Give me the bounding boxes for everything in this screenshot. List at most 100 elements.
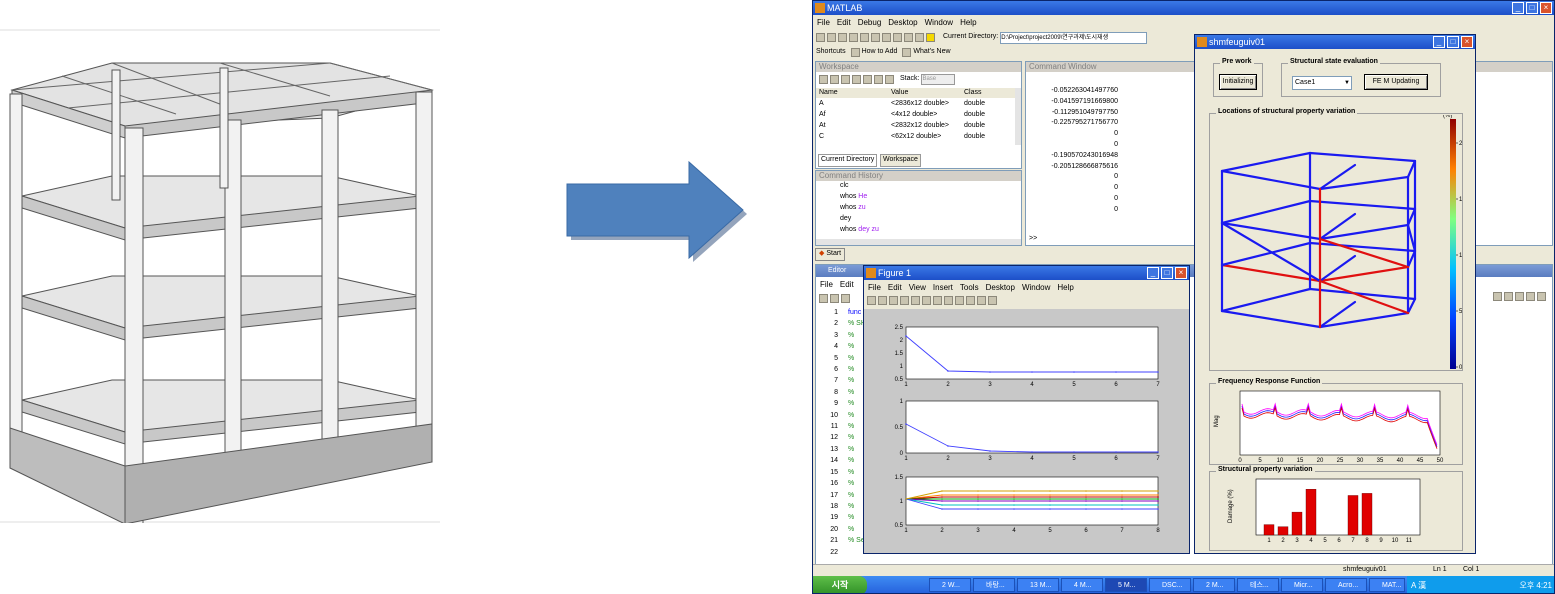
taskbar-item[interactable]: 5 M...: [1105, 578, 1147, 592]
col-name-header[interactable]: Name: [819, 88, 838, 99]
current-dir-input[interactable]: D:\Project\project2009\연구과제\도시재생: [1000, 31, 1148, 44]
minimize-button[interactable]: _: [1147, 267, 1159, 279]
taskbar-item[interactable]: 13 M...: [1017, 578, 1059, 592]
list-item[interactable]: whos zu: [840, 203, 866, 214]
taskbar-item[interactable]: 2 W...: [929, 578, 971, 592]
tile-icon[interactable]: [1537, 292, 1546, 301]
menu-file[interactable]: File: [868, 282, 881, 293]
save-icon[interactable]: [852, 75, 861, 84]
pan-icon[interactable]: [944, 296, 953, 305]
history-scrollbar[interactable]: [816, 239, 1021, 245]
colorbar-icon[interactable]: [977, 296, 986, 305]
tab-current-directory[interactable]: Current Directory: [818, 154, 878, 167]
list-item[interactable]: clc: [840, 181, 849, 192]
menu-view[interactable]: View: [909, 282, 926, 293]
whats-new-link[interactable]: What's New: [913, 47, 950, 58]
open-file-icon[interactable]: [878, 296, 887, 305]
profiler-icon[interactable]: [915, 33, 924, 42]
zoom-out-icon[interactable]: [933, 296, 942, 305]
help-icon[interactable]: [926, 33, 935, 42]
import-data-icon[interactable]: [841, 75, 850, 84]
new-file-icon[interactable]: [816, 33, 825, 42]
plot-icon[interactable]: [885, 75, 894, 84]
open-file-icon[interactable]: [830, 294, 839, 303]
tile-icon[interactable]: [1504, 292, 1513, 301]
minimize-button[interactable]: _: [1512, 2, 1524, 14]
menu-file[interactable]: File: [817, 17, 830, 28]
tab-workspace[interactable]: Workspace: [880, 154, 921, 167]
data-cursor-icon[interactable]: [966, 296, 975, 305]
col-value-header[interactable]: Value: [891, 88, 908, 99]
delete-icon[interactable]: [874, 75, 883, 84]
redo-icon[interactable]: [882, 33, 891, 42]
figure-canvas[interactable]: 2.521.510.51 2 3 4 5 6 710.501 2 3 4 5 6 71.510.51 2 3…: [864, 309, 1189, 553]
stack-select[interactable]: Base: [921, 74, 956, 85]
legend-icon[interactable]: [988, 296, 997, 305]
workspace-scrollbar[interactable]: [1015, 88, 1021, 145]
initializing-button[interactable]: Initializing: [1219, 74, 1257, 90]
taskbar-item[interactable]: Acro...: [1325, 578, 1367, 592]
tile-icon[interactable]: [1493, 292, 1502, 301]
menu-file[interactable]: File: [820, 279, 833, 290]
taskbar-item[interactable]: 바탕...: [973, 578, 1015, 592]
menu-help[interactable]: Help: [960, 17, 976, 28]
taskbar-item[interactable]: 4 M...: [1061, 578, 1103, 592]
shortcuts-label[interactable]: Shortcuts: [816, 47, 846, 58]
tile-icon[interactable]: [1526, 292, 1535, 301]
open-file-icon[interactable]: [827, 33, 836, 42]
taskbar-item[interactable]: 테스...: [1237, 578, 1279, 592]
print-icon[interactable]: [900, 296, 909, 305]
menu-window[interactable]: Window: [925, 17, 953, 28]
close-button[interactable]: ×: [1175, 267, 1187, 279]
copy-icon[interactable]: [849, 33, 858, 42]
how-to-add-link[interactable]: How to Add: [862, 47, 898, 58]
list-item[interactable]: dey: [840, 214, 851, 225]
list-item[interactable]: whos dey zu: [840, 225, 879, 236]
undo-icon[interactable]: [871, 33, 880, 42]
taskbar-start-button[interactable]: 시작: [813, 576, 867, 593]
ime-indicator[interactable]: A 漢: [1411, 576, 1426, 593]
new-file-icon[interactable]: [819, 294, 828, 303]
paste-icon[interactable]: [860, 33, 869, 42]
maximize-button[interactable]: □: [1161, 267, 1173, 279]
pointer-icon[interactable]: [911, 296, 920, 305]
matlab-start-icon: ◆: [819, 250, 825, 257]
taskbar-item[interactable]: MAT...: [1369, 578, 1405, 592]
command-prompt[interactable]: >>: [1029, 234, 1037, 245]
maximize-button[interactable]: □: [1526, 2, 1538, 14]
simulink-icon[interactable]: [893, 33, 902, 42]
tile-icon[interactable]: [1515, 292, 1524, 301]
cut-icon[interactable]: [838, 33, 847, 42]
menu-window[interactable]: Window: [1022, 282, 1050, 293]
close-button[interactable]: ×: [1540, 2, 1552, 14]
menu-help[interactable]: Help: [1057, 282, 1073, 293]
guide-icon[interactable]: [904, 33, 913, 42]
list-item[interactable]: whos He: [840, 192, 867, 203]
new-variable-icon[interactable]: [819, 75, 828, 84]
menu-debug[interactable]: Debug: [858, 17, 882, 28]
maximize-button[interactable]: □: [1447, 36, 1459, 48]
taskbar-item[interactable]: DSC...: [1149, 578, 1191, 592]
case-select[interactable]: Case1 ▼: [1292, 76, 1352, 90]
menu-edit[interactable]: Edit: [840, 279, 854, 290]
taskbar-item[interactable]: 2 M...: [1193, 578, 1235, 592]
menu-insert[interactable]: Insert: [933, 282, 953, 293]
menu-desktop[interactable]: Desktop: [986, 282, 1015, 293]
menu-edit[interactable]: Edit: [888, 282, 902, 293]
start-button[interactable]: ◆ Start: [815, 248, 846, 261]
zoom-in-icon[interactable]: [922, 296, 931, 305]
menu-tools[interactable]: Tools: [960, 282, 979, 293]
close-button[interactable]: ×: [1461, 36, 1473, 48]
minimize-button[interactable]: _: [1433, 36, 1445, 48]
menu-edit[interactable]: Edit: [837, 17, 851, 28]
open-variable-icon[interactable]: [830, 75, 839, 84]
save-icon[interactable]: [889, 296, 898, 305]
rotate-icon[interactable]: [955, 296, 964, 305]
save-icon[interactable]: [841, 294, 850, 303]
menu-desktop[interactable]: Desktop: [888, 17, 917, 28]
taskbar-item[interactable]: Micr...: [1281, 578, 1323, 592]
new-figure-icon[interactable]: [867, 296, 876, 305]
print-icon[interactable]: [863, 75, 872, 84]
col-class-header[interactable]: Class: [964, 88, 982, 99]
fem-updating-button[interactable]: FE M Updating: [1364, 74, 1428, 90]
